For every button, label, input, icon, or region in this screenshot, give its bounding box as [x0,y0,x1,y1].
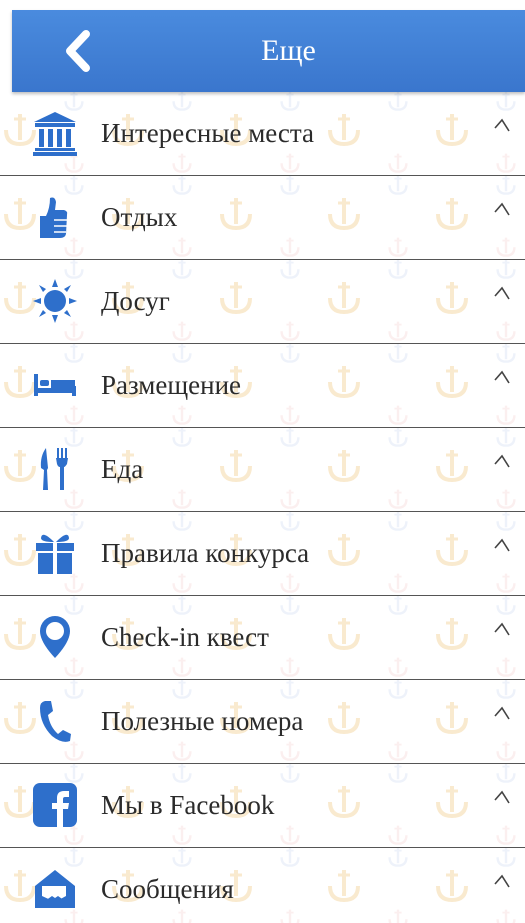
menu-item-checkin-quest[interactable]: Check-in квест [0,596,525,680]
map-pin-icon [40,616,70,658]
menu-item-label: Полезные номера [101,706,304,736]
chevron-icon [494,538,510,552]
menu-list: Интересные места Отдых Досуг Размещение … [0,92,525,923]
chevron-icon [494,622,510,636]
menu-item-label: Мы в Facebook [101,790,275,820]
menu-item-leisure[interactable]: Отдых [0,176,525,260]
chevron-icon [494,454,510,468]
chevron-icon [494,790,510,804]
menu-item-label: Отдых [101,202,178,232]
chevron-icon [494,118,510,132]
fork-knife-icon [40,448,68,490]
menu-item-contest-rules[interactable]: Правила конкурса [0,512,525,596]
header-bar: Еще [12,10,525,92]
more-screen: Еще Интересные места Отдых Досуг Размеще… [0,0,525,923]
menu-item-label: Размещение [101,370,242,400]
sun-icon [33,279,77,323]
menu-item-messages[interactable]: Сообщения [0,848,525,923]
menu-item-label: Еда [101,454,144,484]
bed-icon [34,374,76,396]
chevron-icon [494,706,510,720]
menu-item-label: Интересные места [101,118,315,148]
phone-icon [40,701,71,742]
chevron-icon [494,202,510,216]
menu-item-accommodation[interactable]: Размещение [0,344,525,428]
menu-item-interesting-places[interactable]: Интересные места [0,92,525,176]
menu-item-facebook[interactable]: Мы в Facebook [0,764,525,848]
envelope-icon [35,870,75,908]
menu-item-food[interactable]: Еда [0,428,525,512]
menu-item-label: Check-in квест [101,622,269,652]
menu-item-recreation[interactable]: Досуг [0,260,525,344]
chevron-icon [494,286,510,300]
menu-item-label: Правила конкурса [101,538,310,568]
page-title: Еще [261,34,316,67]
chevron-icon [494,874,510,888]
museum-icon [33,112,77,156]
thumbs-up-icon [40,197,68,238]
menu-item-label: Сообщения [101,874,234,904]
menu-item-label: Досуг [101,286,170,316]
chevron-icon [494,370,510,384]
gift-icon [36,534,74,574]
facebook-icon [33,783,77,827]
menu-item-useful-numbers[interactable]: Полезные номера [0,680,525,764]
